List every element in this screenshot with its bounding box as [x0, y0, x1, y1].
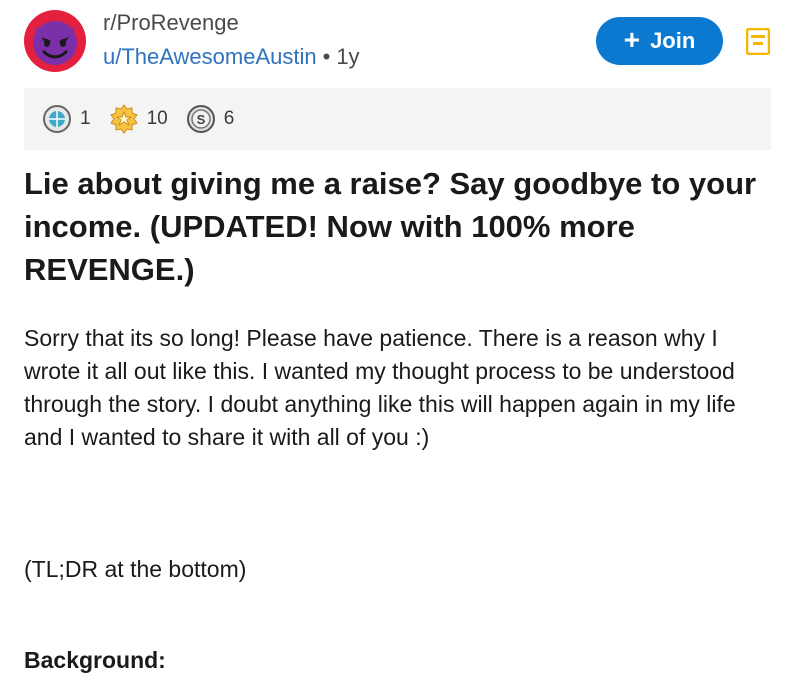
award-silver[interactable]: S 6	[186, 104, 235, 134]
globe-award-icon	[43, 105, 71, 133]
post-title[interactable]: Lie about giving me a raise? Say goodbye…	[24, 162, 764, 291]
devil-face-icon	[33, 21, 77, 65]
join-button[interactable]: + Join	[596, 17, 723, 65]
award-count: 10	[146, 108, 168, 129]
post-header: r/ProRevenge u/TheAwesomeAustin • 1y + Joi…	[0, 0, 800, 92]
award-globe[interactable]: 1	[42, 104, 91, 134]
tldr-note: (TL;DR at the bottom)	[24, 556, 247, 582]
post-age: 1y	[336, 44, 360, 69]
star-award-icon	[109, 104, 138, 134]
meta-separator: •	[322, 44, 331, 69]
menu-icon[interactable]	[746, 28, 770, 55]
subreddit-name[interactable]: r/ProRevenge	[103, 10, 239, 36]
award-count: 1	[80, 108, 91, 129]
username-link[interactable]: u/TheAwesomeAustin	[103, 44, 317, 69]
post-body-paragraph: Sorry that its so long! Please have pati…	[24, 325, 736, 450]
award-star[interactable]: 10	[109, 104, 168, 134]
subreddit-avatar[interactable]	[24, 10, 86, 72]
award-count: 6	[223, 108, 235, 129]
join-label: Join	[650, 28, 696, 53]
awards-bar[interactable]: 1 10 S 6	[24, 88, 771, 150]
post-meta: u/TheAwesomeAustin • 1y	[103, 44, 360, 70]
svg-text:S: S	[196, 112, 205, 127]
silver-coin-award-icon: S	[186, 105, 215, 133]
section-heading: Background:	[24, 647, 166, 673]
plus-icon: +	[623, 24, 641, 55]
